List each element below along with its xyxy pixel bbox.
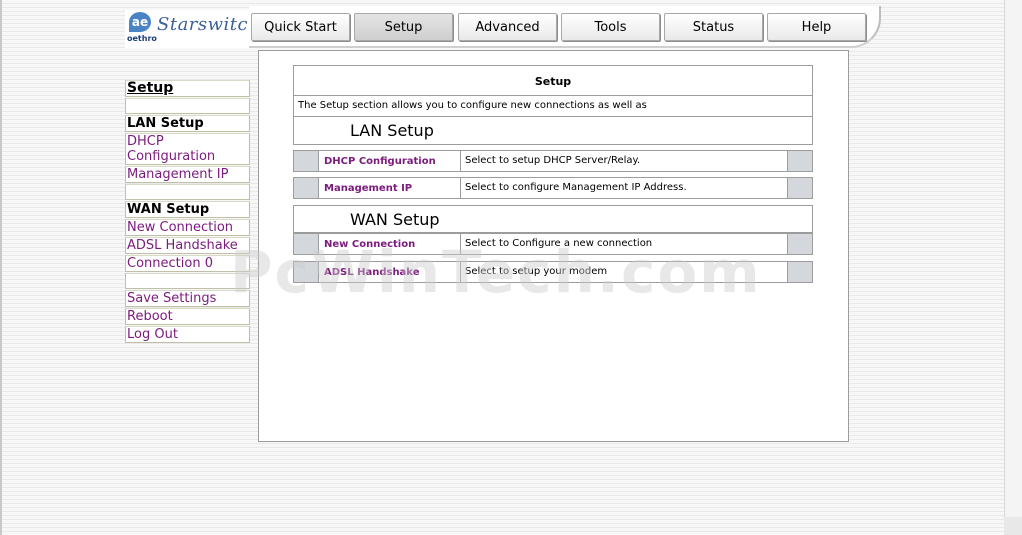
page-left-edge <box>0 0 2 535</box>
logo-brand: oethro <box>127 34 157 43</box>
sidebar-item-reboot[interactable]: Reboot <box>125 308 250 325</box>
sidebar-heading-lan: LAN Setup <box>125 115 250 132</box>
sidebar-item-new-connection[interactable]: New Connection <box>125 219 250 236</box>
row-cap <box>787 262 812 282</box>
row-cap <box>294 262 319 282</box>
option-desc: Select to setup DHCP Server/Relay. <box>465 155 641 166</box>
tab-advanced[interactable]: Advanced <box>458 13 557 41</box>
logo: ae oethro Starswitch <box>125 10 260 48</box>
page-description: The Setup section allows you to configur… <box>293 96 813 117</box>
option-desc: Select to Configure a new connection <box>465 238 653 249</box>
sidebar-title[interactable]: Setup <box>125 80 250 97</box>
option-link-management-ip[interactable]: Management IP <box>319 178 461 198</box>
option-row-management-ip: Management IP Select to configure Manage… <box>293 177 813 199</box>
section-heading-lan: LAN Setup <box>293 117 813 145</box>
tab-tools[interactable]: Tools <box>561 13 660 41</box>
tab-help[interactable]: Help <box>767 13 866 41</box>
tab-status[interactable]: Status <box>664 13 763 41</box>
sidebar-item-management-ip[interactable]: Management IP <box>125 166 250 183</box>
row-cap <box>294 151 319 171</box>
sidebar-item-connection-0[interactable]: Connection 0 <box>125 255 250 272</box>
row-cap <box>294 234 319 254</box>
sidebar-spacer <box>125 98 250 114</box>
resize-grip[interactable] <box>1004 517 1022 535</box>
option-link-new-connection[interactable]: New Connection <box>319 234 461 254</box>
sidebar-spacer <box>125 184 250 200</box>
option-link-adsl-handshake[interactable]: ADSL Handshake <box>319 262 461 282</box>
option-row-dhcp-configuration: DHCP Configuration Select to setup DHCP … <box>293 150 813 172</box>
option-link-dhcp-configuration[interactable]: DHCP Configuration <box>319 151 461 171</box>
tab-setup[interactable]: Setup <box>354 13 453 41</box>
sidebar-menu: Setup LAN Setup DHCP Configuration Manag… <box>125 80 250 344</box>
option-row-adsl-handshake: ADSL Handshake Select to setup your mode… <box>293 261 813 283</box>
option-desc: Select to setup your modem <box>465 266 608 277</box>
tab-quick-start[interactable]: Quick Start <box>251 13 350 41</box>
page-title: Setup <box>293 65 813 96</box>
row-cap <box>787 151 812 171</box>
option-row-new-connection: New Connection Select to Configure a new… <box>293 233 813 255</box>
sidebar-heading-wan: WAN Setup <box>125 201 250 218</box>
row-cap <box>787 234 812 254</box>
logo-mark-icon: ae <box>129 12 151 32</box>
sidebar-item-log-out[interactable]: Log Out <box>125 326 250 343</box>
section-heading-wan: WAN Setup <box>293 205 813 233</box>
logo-script: Starswitch <box>157 14 261 35</box>
scrollbar[interactable] <box>1004 0 1022 535</box>
setup-box: Setup The Setup section allows you to co… <box>293 65 813 283</box>
sidebar-spacer <box>125 273 250 289</box>
sidebar-item-dhcp-configuration[interactable]: DHCP Configuration <box>125 133 250 165</box>
row-cap <box>294 178 319 198</box>
row-cap <box>787 178 812 198</box>
option-desc: Select to configure Management IP Addres… <box>465 182 687 193</box>
sidebar-item-adsl-handshake[interactable]: ADSL Handshake <box>125 237 250 254</box>
sidebar-item-save-settings[interactable]: Save Settings <box>125 290 250 307</box>
